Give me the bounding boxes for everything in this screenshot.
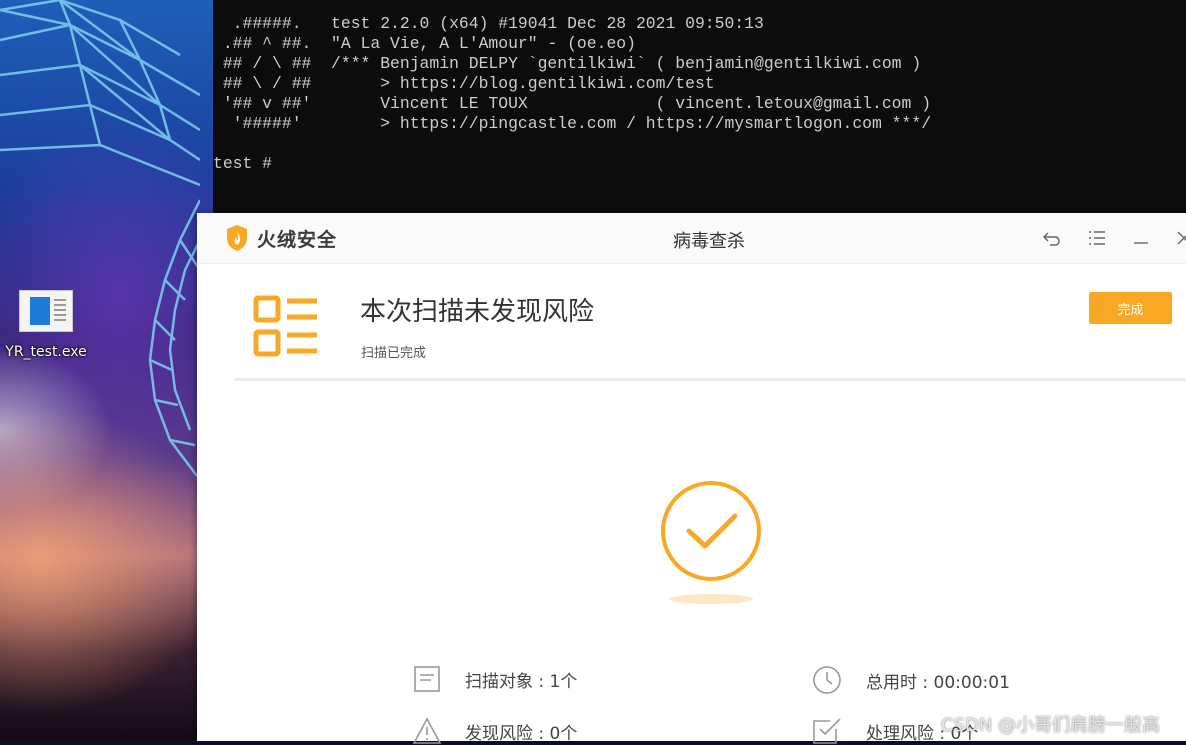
stat-label: 扫描对象 : 1个 (465, 671, 578, 692)
terminal-line: '## v ##' Vincent LE TOUX ( vincent.leto… (213, 94, 932, 113)
stat-label: 发现风险 : 0个 (465, 723, 578, 744)
terminal-line: .#####. test 2.2.0 (x64) #19041 Dec 28 2… (213, 14, 764, 33)
desktop-icon-label: YR_test.exe (5, 344, 87, 360)
window-title: 病毒查杀 (673, 231, 745, 252)
antivirus-window: 火绒安全 病毒查杀 本次扫描未发现风险 扫描已完成 完成 扫描对象: 1个 总… (197, 213, 1186, 744)
exe-file-icon (19, 290, 73, 332)
stat-label: 总用时 : 00:00:01 (866, 672, 1010, 693)
result-subtitle: 扫描已完成 (361, 346, 427, 361)
document-icon (414, 666, 440, 692)
terminal-output: .#####. test 2.2.0 (x64) #19041 Dec 28 2… (213, 14, 931, 174)
title-bar: 火绒安全 病毒查杀 (197, 213, 1186, 264)
stat-total-time: 总用时 : 00:00:01 (812, 665, 1010, 695)
minimize-icon[interactable] (1130, 227, 1152, 249)
wallpaper-lines (0, 0, 200, 481)
terminal-line: ## \ / ## > https://blog.gentilkiwi.com/… (213, 74, 715, 93)
terminal-line: .## ^ ##. "A La Vie, A L'Amour" - (oe.eo… (213, 34, 636, 53)
terminal-line: ## / \ ## /*** Benjamin DELPY `gentilkiw… (213, 54, 922, 73)
done-button[interactable]: 完成 (1089, 292, 1172, 324)
watermark: CSDN @小哥们肩膀一般高 (941, 715, 1161, 736)
terminal-window[interactable]: .#####. test 2.2.0 (x64) #19041 Dec 28 2… (213, 0, 1186, 214)
close-icon[interactable] (1173, 227, 1186, 249)
divider (234, 378, 1186, 381)
back-icon[interactable] (1041, 227, 1063, 249)
stat-scanned-objects: 扫描对象 : 1个 (413, 665, 577, 693)
menu-icon[interactable] (1086, 227, 1108, 249)
terminal-prompt: test # (213, 154, 273, 173)
success-check-icon (661, 481, 761, 604)
result-title: 本次扫描未发现风险 (360, 297, 595, 327)
terminal-line: '#####' > https://pingcastle.com / https… (213, 114, 932, 133)
scan-list-icon (253, 295, 317, 357)
clock-icon (813, 666, 841, 694)
desktop-file-icon[interactable]: YR_test.exe (4, 290, 88, 360)
